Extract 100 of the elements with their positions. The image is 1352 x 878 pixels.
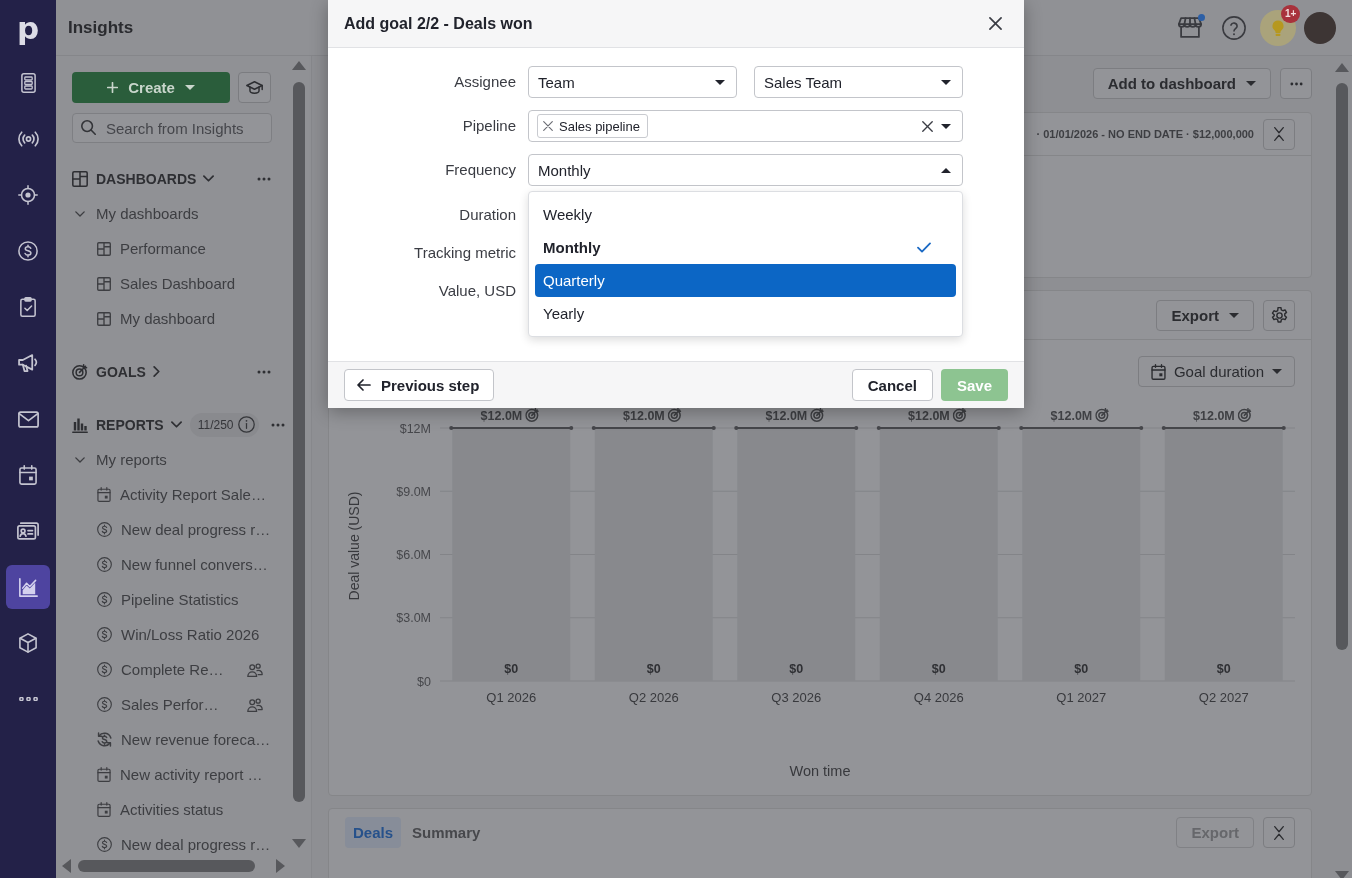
caret-icon [941,79,951,85]
goal-label: $12.0M [623,409,665,423]
goal-label: $12.0M [480,409,523,423]
select-field[interactable]: Monthly [528,154,963,186]
tree-item[interactable]: New funnel convers… [72,548,271,581]
dollar-icon [97,592,112,607]
dollar-icon [97,522,112,537]
app-logo[interactable]: p [16,0,40,56]
scrollbar-thumb[interactable] [293,82,305,802]
period-dropdown[interactable]: Goal duration [1137,356,1295,387]
more-icon[interactable] [257,176,271,181]
collapse-button[interactable] [1263,118,1295,150]
tag-chip[interactable]: Sales pipeline [537,114,648,138]
add-to-dashboard-button[interactable]: Add to dashboard [1092,68,1271,99]
tree-item[interactable]: New activity report … [72,758,271,791]
tree-item[interactable]: Win/Loss Ratio 2026 [72,618,271,651]
value-label: $0 [789,662,804,676]
calendar-icon [97,802,111,817]
cube-icon [19,633,37,653]
close-icon[interactable] [989,17,1002,30]
caret-icon [1246,81,1256,86]
crosshair-icon [18,185,38,205]
scroll-up-icon[interactable] [292,61,306,70]
dollar-icon [97,662,112,677]
mail-icon [17,410,39,428]
target-icon [810,408,823,422]
tree-item[interactable]: Activities status [72,793,271,826]
menu-option[interactable]: Quarterly [535,264,956,297]
tree-item[interactable]: My dashboard [72,302,271,335]
field-label: Tracking metric [414,243,516,263]
dollar-icon [18,241,38,261]
calendar-icon [1150,363,1166,380]
section-toggle[interactable]: REPORTS [96,416,182,433]
target-icon [668,408,681,422]
tree-group[interactable]: My reports [72,451,271,468]
dashboard-grid-icon [97,276,111,291]
tree-group[interactable]: My dashboards [72,205,271,222]
tree-item[interactable]: Sales Dashboard [72,267,271,300]
goal-label: $12.0M [1193,409,1235,423]
section-toggle[interactable]: DASHBOARDS [96,170,215,187]
store-icon[interactable] [1178,17,1202,38]
select-field[interactable]: Team [528,66,737,98]
field-label: Duration [459,205,516,225]
notification-badge: 1+ [1281,4,1301,23]
clear-icon[interactable] [922,120,933,132]
select-field[interactable]: Sales Team [754,66,963,98]
more-icon [1289,81,1303,86]
menu-option[interactable]: Yearly [535,297,956,330]
axis-tick-label: $0 [417,674,431,689]
scrollbar-thumb[interactable] [78,860,255,872]
value-label: $0 [931,662,946,676]
scroll-down-icon[interactable] [292,839,306,848]
target-icon [1238,408,1251,422]
tree-item[interactable]: Complete Re… [72,653,271,686]
cancel-button[interactable]: Cancel [851,369,933,401]
chevron-down-icon [203,175,215,182]
tree-item[interactable]: Pipeline Statistics [72,583,271,616]
help-icon[interactable] [1222,15,1246,40]
value-label: $0 [646,662,661,676]
collapse-icon [1273,824,1285,841]
tab[interactable]: Deals [345,817,402,848]
tree-item[interactable]: Activity Report Sale… [72,478,271,511]
more-icon[interactable] [257,369,271,374]
menu-option[interactable]: Weekly [535,198,956,231]
search-field[interactable]: Search from Insights [72,113,272,143]
scroll-left-icon[interactable] [62,859,71,873]
axis-label: Q2 2026 [628,690,679,705]
create-button[interactable]: Create [72,72,231,103]
broadcast-icon [17,131,39,147]
tree-item[interactable]: New revenue foreca… [72,723,271,756]
more-icon[interactable] [271,422,285,427]
nav-button[interactable] [6,565,50,609]
value-label: $0 [1074,662,1089,676]
caret-icon [184,85,195,90]
target-icon [525,408,538,422]
page-title: Insights [68,17,134,38]
collapse-icon [1273,126,1285,142]
info-icon[interactable] [237,416,255,433]
tree-item[interactable]: Performance [72,232,271,265]
dashboard-grid-icon [97,241,111,256]
export-button[interactable]: Export [1156,299,1254,331]
dashboard-grid-icon [72,170,88,187]
section-toggle[interactable]: GOALS [96,363,160,380]
scrollbar-thumb[interactable] [1336,83,1348,650]
bar-chart-icon [72,416,88,433]
settings-button[interactable] [1263,299,1295,331]
previous-step-button[interactable]: Previous step [344,369,495,401]
value-label: $0 [1216,662,1231,676]
user-avatar[interactable] [1304,11,1336,44]
tree-item[interactable]: Sales Perfor… [72,688,271,721]
scroll-right-icon[interactable] [276,859,285,873]
remove-icon [543,121,553,131]
tree-item[interactable]: New deal progress r… [72,828,271,858]
chevron-right-icon [152,366,160,377]
learn-button[interactable] [238,72,271,103]
tree-item[interactable]: New deal progress r… [72,513,271,546]
collapse-button[interactable] [1263,817,1295,848]
menu-option[interactable]: Monthly [535,231,956,264]
tag-select-field[interactable]: Sales pipeline [528,110,963,142]
tab[interactable]: Summary [404,817,489,848]
